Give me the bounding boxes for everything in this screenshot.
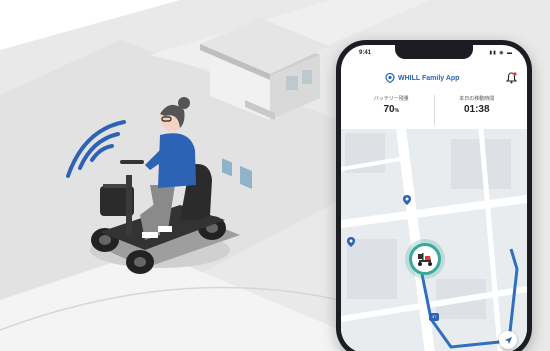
- whill-logo-icon: [385, 73, 395, 83]
- app-header: WHILL Family App: [341, 67, 527, 91]
- phone-notch: [395, 45, 473, 59]
- phone-mockup: 9:41 ▮▮ ◉ ▬ WHILL Family App バッテリー残量 70%…: [336, 40, 532, 351]
- stats-panel: バッテリー残量 70% 本日の移動時間 01:38: [349, 95, 519, 125]
- status-time: 9:41: [359, 50, 372, 56]
- app-title: WHILL Family App: [398, 74, 460, 82]
- map-view[interactable]: 37: [341, 129, 527, 351]
- travel-time-value: 01:38: [463, 104, 490, 115]
- battery-value: 70: [383, 104, 395, 115]
- travel-time-stat: 本日の移動時間 01:38: [433, 95, 520, 125]
- status-icons: ▮▮ ◉ ▬: [489, 50, 513, 56]
- battery-value-line: 70%: [349, 103, 434, 118]
- bell-icon[interactable]: [506, 72, 517, 84]
- battery-stat: バッテリー残量 70%: [349, 95, 434, 125]
- battery-label: バッテリー残量: [373, 96, 409, 102]
- app-title-group: WHILL Family App: [385, 73, 459, 83]
- travel-time-label: 本日の移動時間: [459, 96, 495, 102]
- location-arrow-icon[interactable]: [499, 331, 517, 349]
- wheelchair-scooter-icon[interactable]: [409, 243, 441, 275]
- road-number-badge: 37: [429, 313, 440, 321]
- battery-unit: %: [394, 108, 400, 114]
- phone-screen: 9:41 ▮▮ ◉ ▬ WHILL Family App バッテリー残量 70%…: [341, 45, 527, 351]
